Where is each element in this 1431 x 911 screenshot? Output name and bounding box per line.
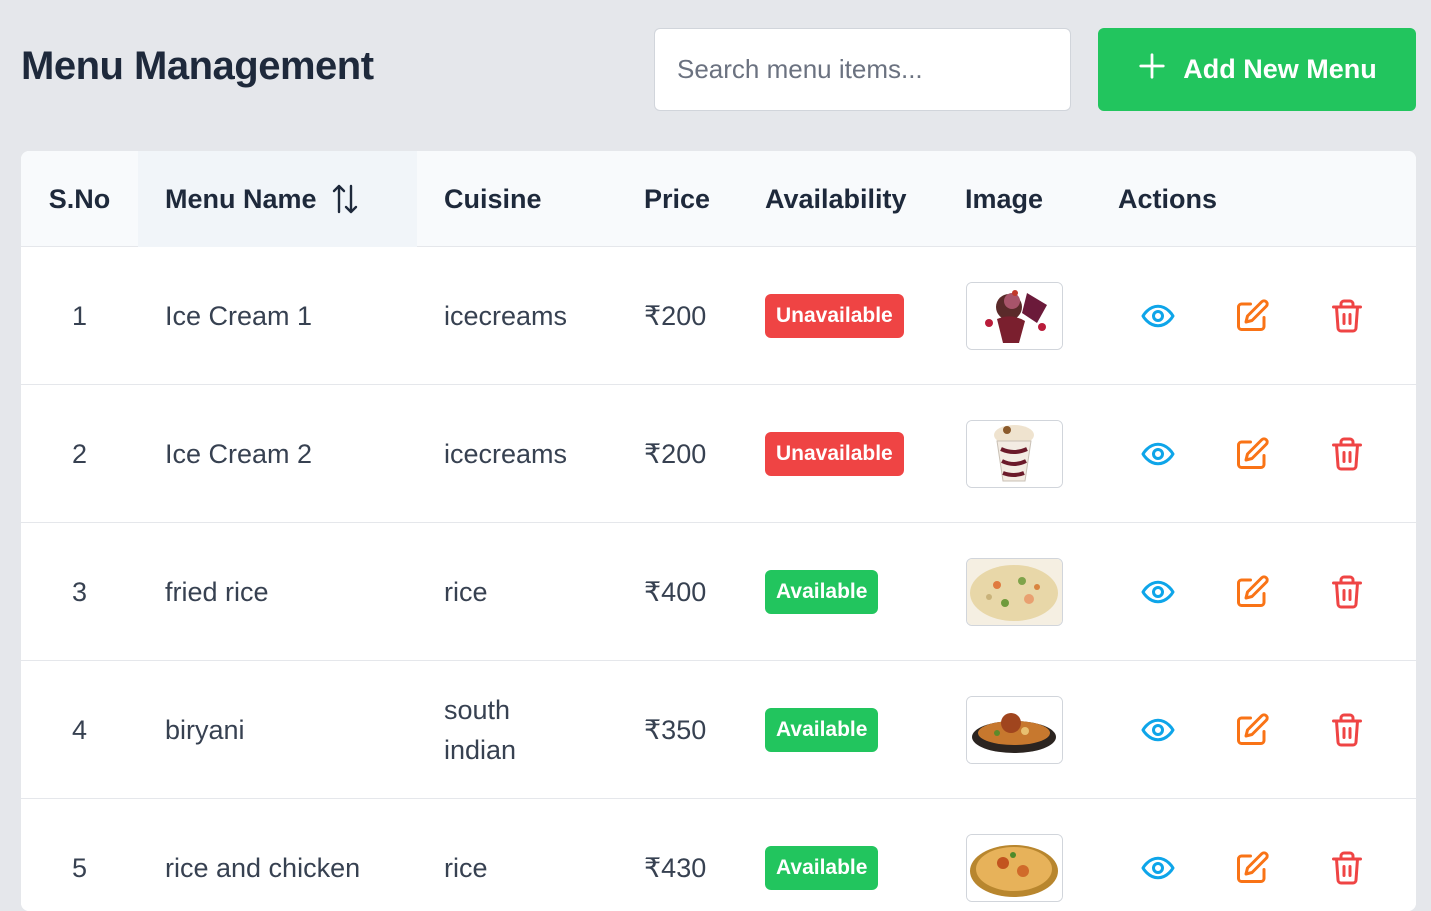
column-header-price: Price	[644, 183, 711, 214]
plus-icon	[1137, 51, 1167, 88]
view-button[interactable]	[1138, 296, 1178, 336]
edit-icon	[1237, 851, 1269, 883]
add-new-menu-label: Add New Menu	[1183, 54, 1377, 84]
row-cuisine: south indian	[444, 695, 517, 765]
table-row: 4 biryani south indian ₹350 Available	[21, 661, 1416, 799]
eye-icon	[1141, 442, 1175, 466]
row-availability: Unavailable	[765, 385, 955, 523]
ice-cream-1-thumbnail	[966, 282, 1063, 350]
edit-button[interactable]	[1232, 434, 1272, 474]
row-image	[966, 661, 1076, 799]
row-sno: 3	[71, 577, 88, 607]
row-availability: Unavailable	[765, 247, 955, 385]
edit-button[interactable]	[1232, 296, 1272, 336]
trash-icon	[1332, 575, 1362, 609]
delete-button[interactable]	[1327, 296, 1367, 336]
row-image	[966, 523, 1076, 661]
row-image	[966, 247, 1076, 385]
row-sno: 4	[71, 715, 88, 745]
edit-button[interactable]	[1232, 848, 1272, 888]
row-availability: Available	[765, 523, 955, 661]
trash-icon	[1332, 437, 1362, 471]
table-header: S.No Menu Name Cuisine Price Availabilit…	[21, 151, 1416, 247]
ice-cream-2-thumbnail	[966, 420, 1063, 488]
table-row: 3 fried rice rice ₹400 Available	[21, 523, 1416, 661]
row-menu-name: fried rice	[165, 577, 269, 607]
row-price: ₹200	[644, 301, 707, 331]
row-menu-name: rice and chicken	[165, 853, 361, 883]
row-image	[966, 799, 1076, 911]
trash-icon	[1332, 851, 1362, 885]
eye-icon	[1141, 856, 1175, 880]
view-button[interactable]	[1138, 710, 1178, 750]
delete-button[interactable]	[1327, 434, 1367, 474]
edit-button[interactable]	[1232, 572, 1272, 612]
rice-and-chicken-thumbnail	[966, 834, 1063, 902]
edit-button[interactable]	[1232, 710, 1272, 750]
table-row: 1 Ice Cream 1 icecreams ₹200 Unavailable	[21, 247, 1416, 385]
view-button[interactable]	[1138, 434, 1178, 474]
edit-icon	[1237, 299, 1269, 331]
row-cuisine: rice	[444, 577, 488, 607]
column-header-menu-name-label: Menu Name	[165, 183, 317, 214]
column-header-image: Image	[965, 183, 1044, 214]
view-button[interactable]	[1138, 572, 1178, 612]
row-menu-name: Ice Cream 2	[165, 439, 313, 469]
row-sno: 5	[71, 853, 88, 883]
row-cuisine: rice	[444, 853, 488, 883]
table-row: 2 Ice Cream 2 icecreams ₹200 Unavailable	[21, 385, 1416, 523]
search-input[interactable]	[654, 28, 1071, 111]
eye-icon	[1141, 304, 1175, 328]
row-price: ₹430	[644, 853, 707, 883]
row-image	[966, 385, 1076, 523]
edit-icon	[1237, 575, 1269, 607]
column-header-cuisine: Cuisine	[444, 183, 542, 214]
column-header-sno: S.No	[48, 183, 111, 214]
row-cuisine: icecreams	[444, 439, 568, 469]
edit-icon	[1237, 437, 1269, 469]
delete-button[interactable]	[1327, 572, 1367, 612]
biryani-thumbnail	[966, 696, 1063, 764]
status-badge: Unavailable	[765, 432, 904, 476]
column-header-menu-name[interactable]: Menu Name	[138, 151, 417, 247]
status-badge: Available	[765, 708, 879, 752]
status-badge: Unavailable	[765, 294, 904, 338]
view-button[interactable]	[1138, 848, 1178, 888]
row-availability: Available	[765, 661, 955, 799]
table-row: 5 rice and chicken rice ₹430 Available	[21, 799, 1416, 911]
sort-arrows-icon	[332, 184, 357, 214]
row-menu-name: Ice Cream 1	[165, 301, 313, 331]
eye-icon	[1141, 718, 1175, 742]
row-menu-name: biryani	[165, 715, 245, 745]
row-price: ₹200	[644, 439, 707, 469]
row-sno: 1	[71, 301, 88, 331]
status-badge: Available	[765, 846, 879, 890]
menu-table: S.No Menu Name Cuisine Price Availabilit…	[21, 151, 1416, 911]
row-sno: 2	[71, 439, 88, 469]
row-price: ₹400	[644, 577, 707, 607]
delete-button[interactable]	[1327, 710, 1367, 750]
page-title: Menu Management	[21, 44, 374, 88]
trash-icon	[1332, 713, 1362, 747]
edit-icon	[1237, 713, 1269, 745]
column-header-actions: Actions	[1118, 183, 1218, 214]
top-bar: Menu Management Add New Menu	[0, 0, 1431, 140]
trash-icon	[1332, 299, 1362, 333]
column-header-availability: Availability	[765, 183, 907, 214]
fried-rice-thumbnail	[966, 558, 1063, 626]
add-new-menu-button[interactable]: Add New Menu	[1098, 28, 1416, 111]
eye-icon	[1141, 580, 1175, 604]
row-availability: Available	[765, 799, 955, 911]
row-price: ₹350	[644, 715, 707, 745]
row-cuisine: icecreams	[444, 301, 568, 331]
delete-button[interactable]	[1327, 848, 1367, 888]
status-badge: Available	[765, 570, 879, 614]
